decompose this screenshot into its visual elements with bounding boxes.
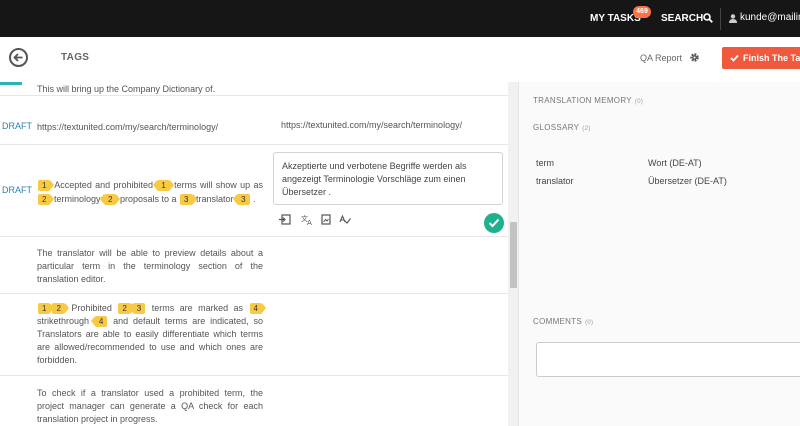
glossary-term[interactable]: term	[536, 158, 554, 168]
tag-marker[interactable]: 3	[180, 194, 198, 205]
search-link[interactable]: SEARCH	[661, 13, 703, 24]
comment-input[interactable]	[536, 342, 800, 377]
page-title: TAGS	[61, 52, 90, 63]
translation-memory-count: (0)	[634, 99, 644, 105]
glossary-translation[interactable]: Wort (DE-AT)	[648, 158, 702, 168]
user-icon	[729, 14, 737, 23]
tag-marker[interactable]: 2	[52, 303, 70, 314]
back-button[interactable]	[9, 48, 28, 67]
segment-row[interactable]: The translator will be able to preview d…	[0, 237, 510, 294]
finish-task-button[interactable]: Finish The Task	[722, 47, 800, 69]
source-text: strikethrough	[37, 316, 90, 326]
finish-task-label: Finish The Task	[743, 53, 800, 63]
segment-target[interactable]: https://textunited.com/my/search/termino…	[281, 119, 462, 132]
top-navbar: MY TASKS 469 SEARCH kunde@mailin	[0, 0, 800, 37]
editor-scrollbar-thumb[interactable]	[510, 222, 517, 288]
segment-source: 1 Accepted and prohibited 1 terms will s…	[37, 178, 263, 206]
translation-memory-header[interactable]: TRANSLATION MEMORY (0)	[533, 96, 643, 105]
source-text: Prohibited	[71, 303, 112, 313]
source-text: terminology	[53, 194, 101, 204]
source-text: terms are marked as	[151, 303, 244, 313]
active-tab-indicator	[0, 82, 22, 85]
search-icon[interactable]	[703, 13, 713, 23]
translate-icon[interactable]: 文 A	[301, 214, 313, 225]
translation-memory-label: TRANSLATION MEMORY	[533, 96, 632, 105]
tag-marker[interactable]: 4	[249, 303, 267, 314]
gear-icon[interactable]	[689, 52, 700, 63]
glossary-count: (2)	[582, 126, 591, 132]
source-text: proposals to a	[119, 194, 177, 204]
comments-count: (0)	[585, 320, 594, 326]
spellcheck-icon[interactable]	[339, 214, 351, 225]
glossary-header[interactable]: GLOSSARY (2)	[533, 123, 591, 132]
segment-source: This will bring up the Company Dictionar…	[37, 84, 216, 94]
tag-marker[interactable]: 1	[38, 180, 56, 191]
segment-source: 12 Prohibited 23 terms are marked as 4 s…	[37, 302, 267, 367]
glossary-term[interactable]: translator	[536, 176, 574, 186]
target-text-input[interactable]: Akzeptierte und verbotene Begriffe werde…	[273, 152, 503, 205]
confirm-segment-button[interactable]	[484, 213, 504, 233]
check-icon	[730, 54, 739, 62]
segment-source: https://textunited.com/my/search/termino…	[37, 122, 219, 132]
insert-source-icon[interactable]	[279, 214, 291, 225]
source-text: translator	[196, 194, 234, 204]
comments-header[interactable]: COMMENTS (0)	[533, 317, 593, 326]
task-count-badge: 469	[633, 6, 651, 18]
arrow-left-icon	[13, 53, 23, 62]
tag-marker[interactable]: 1	[38, 303, 56, 314]
segment-status: DRAFT	[2, 121, 32, 131]
tag-marker[interactable]: 2	[99, 194, 122, 205]
document-icon[interactable]	[320, 214, 332, 225]
segment-source: To check if a translator used a prohibit…	[37, 388, 263, 424]
source-text: .	[253, 194, 256, 204]
glossary-label: GLOSSARY	[533, 123, 580, 132]
user-email[interactable]: kunde@mailin	[740, 12, 800, 23]
source-text: Accepted and prohibited	[54, 180, 154, 190]
svg-text:A: A	[307, 219, 312, 225]
segment-status: DRAFT	[2, 185, 32, 195]
segment-row[interactable]: DRAFT https://textunited.com/my/search/t…	[0, 96, 510, 145]
qa-report-link[interactable]: QA Report	[640, 53, 682, 63]
segment-row[interactable]: To check if a translator used a prohibit…	[0, 376, 510, 426]
segment-source: The translator will be able to preview d…	[37, 248, 263, 284]
check-icon	[488, 218, 500, 228]
glossary-translation[interactable]: Übersetzer (DE-AT)	[648, 176, 727, 186]
tag-marker[interactable]: 2	[38, 194, 56, 205]
tag-marker[interactable]: 1	[153, 180, 175, 191]
segment-row[interactable]: 12 Prohibited 23 terms are marked as 4 s…	[0, 294, 510, 376]
comments-label: COMMENTS	[533, 317, 583, 326]
nav-divider	[720, 8, 721, 30]
source-text: terms will show up as	[174, 180, 263, 190]
tag-marker[interactable]: 3	[128, 303, 146, 314]
segment-row[interactable]: This will bring up the Company Dictionar…	[0, 82, 510, 96]
tag-marker[interactable]: 3	[232, 194, 250, 205]
segment-editor: This will bring up the Company Dictionar…	[0, 82, 518, 426]
tag-marker[interactable]: 4	[90, 316, 108, 327]
